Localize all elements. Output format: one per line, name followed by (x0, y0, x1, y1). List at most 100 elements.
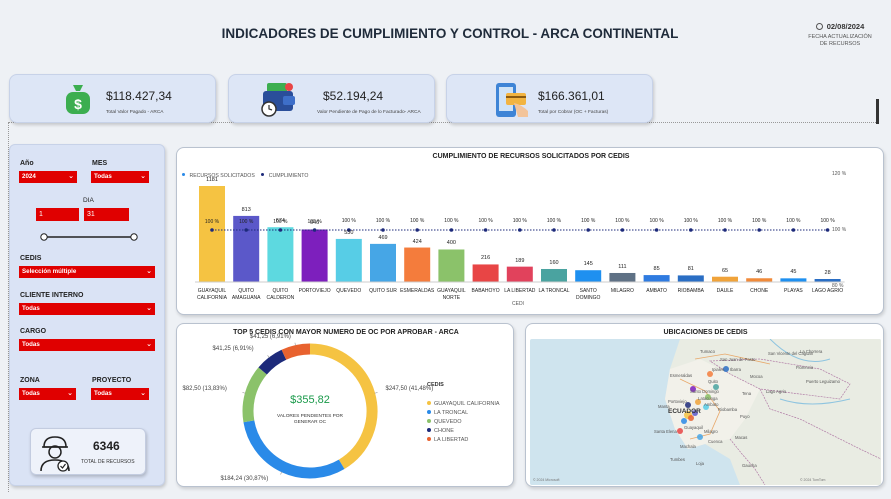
compliance-point[interactable] (586, 228, 590, 232)
donut-slice[interactable] (281, 343, 311, 360)
day-to-input[interactable]: 31 (84, 208, 129, 221)
compliance-point[interactable] (210, 228, 214, 232)
category-tick-label: QUITO AMAGUANA (231, 288, 261, 301)
kpi-card-total-paid: $ $118.427,34 Total Valor Pagado - ARCA (9, 74, 216, 123)
donut-data-label: $247,50 (41,48%) (385, 386, 434, 393)
x-axis-label: CEDI (512, 301, 524, 307)
map-city-label: Ibarra (730, 367, 741, 372)
chevron-down-icon: ⌄ (140, 173, 146, 180)
bar[interactable] (267, 227, 294, 282)
bar[interactable] (575, 270, 602, 282)
cedis-label: CEDIS (20, 255, 42, 262)
bar-value-label: 85 (653, 266, 660, 273)
bar[interactable] (506, 266, 533, 282)
compliance-point[interactable] (723, 228, 727, 232)
category-tick-label: QUITO CALDERON (266, 288, 295, 301)
category-tick-label: MILAGRO (610, 288, 634, 294)
compliance-point[interactable] (620, 228, 625, 232)
compliance-point[interactable] (381, 228, 385, 232)
zona-dropdown[interactable]: Todas ⌄ (19, 388, 76, 400)
cedis-value: Selección múltiple (22, 268, 77, 275)
compliance-point[interactable] (791, 228, 796, 232)
compliance-point[interactable] (518, 228, 522, 232)
cedis-dropdown[interactable]: Selección múltiple ⌄ (19, 266, 155, 278)
bar[interactable] (746, 278, 773, 282)
compliance-point[interactable] (552, 228, 556, 232)
compliance-pct-label: 100 % (478, 218, 493, 224)
compliance-point[interactable] (689, 228, 693, 232)
bar[interactable] (609, 272, 636, 282)
category-tick-label: SANTO DOMINGO (575, 288, 601, 301)
donut-legend-item[interactable]: GUAYAQUIL CALIFORNIA (427, 392, 500, 407)
donut-legend-item[interactable]: LA LIBERTAD (427, 428, 500, 443)
donut-slice[interactable] (309, 343, 378, 470)
cargo-dropdown[interactable]: Todas ⌄ (19, 339, 155, 351)
category-tick-label: DAULE (716, 288, 734, 294)
donut-center-value: $355,82 (290, 394, 330, 406)
map-city-label: Tumbes (670, 457, 685, 462)
category-tick-label: QUEVEDO (336, 288, 362, 294)
compliance-point[interactable] (654, 228, 659, 232)
donut-slice[interactable] (258, 349, 287, 375)
compliance-pct-label: 100 % (273, 219, 288, 225)
proyecto-dropdown[interactable]: Todas ⌄ (91, 388, 149, 400)
donut-slice[interactable] (242, 367, 267, 423)
bar-value-label: 81 (687, 266, 694, 273)
bar[interactable] (199, 186, 225, 282)
compliance-point[interactable] (244, 228, 248, 232)
compliance-point[interactable] (449, 228, 454, 232)
year-dropdown[interactable]: 2024 ⌄ (19, 171, 77, 183)
donut-legend-item[interactable]: CHONE (427, 419, 500, 434)
bar-value-label: 216 (481, 255, 491, 262)
bar[interactable] (404, 247, 431, 282)
bar[interactable] (677, 275, 704, 282)
bar[interactable] (335, 238, 362, 282)
svg-text:$: $ (74, 96, 82, 112)
donut-center-label: VALORES PENDIENTES POR GENERAR OC (276, 414, 344, 425)
compliance-pct-label: 100 % (786, 218, 801, 224)
map-city-label: Puyo (740, 414, 750, 419)
bar[interactable] (370, 243, 396, 282)
month-value: Todas (94, 173, 112, 180)
category-tick-label: BABAHOYO (471, 288, 500, 294)
category-tick-label: CHONE (750, 288, 769, 294)
kpi-label: Valor Pendiente de Pago de lo Facturado-… (317, 110, 421, 115)
client-label: CLIENTE INTERNO (20, 292, 84, 299)
bar[interactable] (438, 249, 465, 282)
bar[interactable] (780, 278, 807, 282)
compliance-pct-label: 100 % (512, 218, 527, 224)
map-view[interactable]: ECUADOR Tumaco San Juan de Pasto Ipiales Ib… (530, 339, 881, 485)
map-city-label: Ipiales (712, 367, 725, 372)
compliance-point[interactable] (483, 228, 488, 232)
compliance-pct-label: 100 % (649, 218, 664, 224)
bar[interactable] (301, 229, 328, 282)
donut-slice[interactable] (243, 420, 345, 479)
kpi-value: $166.361,01 (538, 89, 605, 103)
bar[interactable] (712, 276, 738, 282)
compliance-pct-label: 100 % (375, 218, 391, 224)
client-dropdown[interactable]: Todas ⌄ (19, 303, 155, 315)
bar-value-label: 813 (241, 206, 251, 213)
map-city-label: Manta (658, 404, 670, 409)
category-tick-label: QUITO SUR (369, 288, 397, 294)
scroll-indicator[interactable] (876, 99, 879, 124)
bar[interactable] (541, 268, 567, 282)
mobile-payment-icon (492, 81, 534, 119)
compliance-point[interactable] (415, 228, 419, 232)
month-dropdown[interactable]: Todas ⌄ (91, 171, 149, 183)
compliance-point[interactable] (312, 228, 317, 232)
year-value: 2024 (22, 173, 36, 180)
compliance-point[interactable] (757, 228, 761, 232)
bar[interactable] (643, 275, 670, 282)
compliance-point[interactable] (825, 228, 830, 232)
bar-plot-area: 1181 100 % GUAYAQUIL CALIFORNIA 813 100 % QUI… (177, 148, 885, 316)
compliance-point[interactable] (278, 228, 283, 232)
day-range-slider[interactable] (40, 228, 138, 241)
page-title: INDICADORES DE CUMPLIMIENTO Y CONTROL - … (221, 26, 679, 41)
client-value: Todas (22, 305, 40, 312)
update-date-block: 02/08/2024 FECHA ACTUALIZACIÓN DE RECURS… (800, 22, 880, 48)
bar[interactable] (472, 264, 499, 282)
day-from-input[interactable]: 1 (36, 208, 79, 221)
category-tick-label: LA TRONCAL (538, 288, 570, 294)
bar[interactable] (233, 215, 260, 282)
